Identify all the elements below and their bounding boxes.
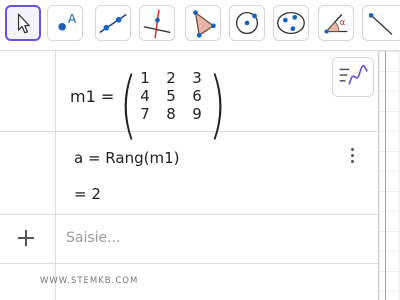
perpendicular-tool-button[interactable]	[139, 5, 175, 41]
reflect-line-icon	[368, 13, 393, 35]
polygon-icon	[193, 10, 216, 38]
matrix-cell: 8	[166, 105, 176, 123]
move-tool-button[interactable]	[5, 5, 41, 41]
toolbar: A α	[0, 0, 400, 51]
perpendicular-line-icon	[143, 9, 171, 39]
row-divider	[0, 214, 378, 215]
matrix-left-paren: (	[119, 62, 138, 148]
matrix-cell: 5	[166, 87, 176, 105]
matrix-cell: 9	[192, 105, 202, 123]
matrix-cell: 1	[140, 69, 150, 87]
point-tool-button[interactable]: A	[47, 5, 83, 41]
m1-label[interactable]: m1 =	[70, 87, 114, 106]
row-divider	[0, 263, 378, 264]
matrix-cell: 6	[192, 87, 202, 105]
reflect-tool-button[interactable]	[362, 5, 400, 41]
add-input-plus-icon[interactable]	[16, 228, 36, 248]
point-tool-letter: A	[68, 12, 77, 26]
matrix-cell: 4	[140, 87, 150, 105]
rank-definition[interactable]: a = Rang(m1)	[74, 149, 179, 167]
algebra-graphics-toggle-icon	[339, 64, 368, 85]
cursor-arrow-icon	[17, 13, 30, 34]
ellipse-icon	[277, 11, 305, 35]
angle-tool-letter: α	[340, 18, 346, 28]
more-options-icon[interactable]	[344, 145, 360, 167]
angle-icon: α	[324, 14, 348, 34]
row-divider	[0, 131, 378, 132]
line-tool-button[interactable]	[95, 5, 131, 41]
matrix-cell: 3	[192, 69, 202, 87]
circle-tool-button[interactable]	[229, 5, 265, 41]
rank-result: = 2	[74, 185, 101, 203]
circle-center-point-icon	[235, 11, 259, 35]
angle-tool-button[interactable]: α	[318, 5, 354, 41]
algebra-view-toggle-button[interactable]	[332, 57, 374, 97]
line-through-two-points-icon	[99, 13, 127, 34]
matrix-right-paren: )	[208, 62, 227, 148]
y-axis	[385, 51, 386, 300]
point-icon: A	[58, 12, 77, 31]
matrix-cell: 2	[166, 69, 176, 87]
graphics-view-edge[interactable]	[378, 51, 400, 300]
conic-tool-button[interactable]	[273, 5, 309, 41]
watermark: WWW.STEMKB.COM	[40, 276, 139, 286]
polygon-tool-button[interactable]	[185, 5, 221, 41]
algebra-input-field[interactable]: Saisie...	[66, 230, 121, 246]
matrix-cell: 7	[140, 105, 150, 123]
